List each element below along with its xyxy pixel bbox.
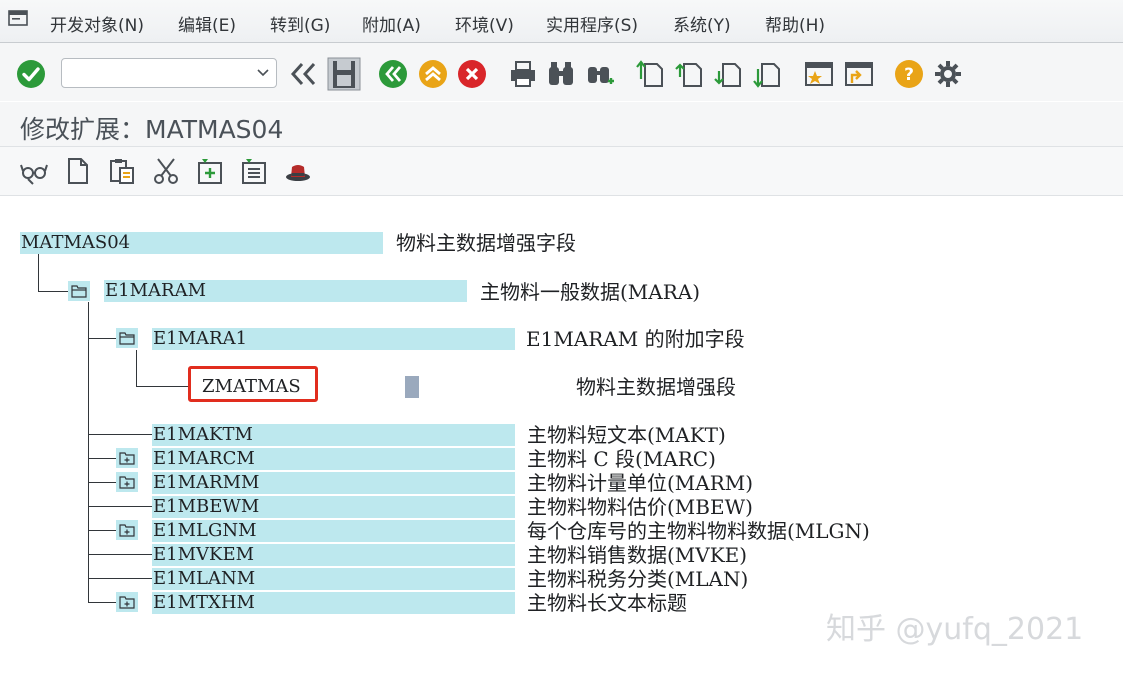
application-toolbar (0, 147, 1123, 196)
menu-goto[interactable]: 转到(G) (270, 11, 330, 36)
tree-line (88, 302, 89, 603)
folder-open-icon[interactable] (68, 281, 90, 301)
tree-line (88, 338, 116, 339)
tree-node-e1mtxhm[interactable]: E1MTXHM (152, 592, 515, 614)
tree-node-description: 每个仓库号的主物料物料数据(MLGN) (527, 519, 870, 543)
find-next-icon[interactable] (586, 59, 616, 89)
tree-line (88, 554, 154, 555)
shortcut-icon[interactable] (844, 59, 874, 89)
folder-closed-icon[interactable] (116, 520, 138, 540)
menu-environment[interactable]: 环境(V) (455, 11, 514, 36)
tree-node-description: 主物料税务分类(MLAN) (527, 567, 749, 591)
tree-node-description: 主物料长文本标题 (527, 591, 687, 615)
tree-node-e1maram[interactable]: E1MARAM (104, 280, 467, 302)
cut-scissors-icon[interactable] (152, 157, 180, 185)
tree-line (88, 506, 154, 507)
tree-node-zmatmas[interactable]: ZMATMAS (202, 376, 301, 398)
tree-node-e1mvkem[interactable]: E1MVKEM (152, 544, 515, 566)
menu-help[interactable]: 帮助(H) (765, 11, 825, 36)
tree-node-e1maktm[interactable]: E1MAKTM (152, 424, 515, 446)
menu-list-icon[interactable] (8, 10, 28, 26)
menu-system[interactable]: 系统(Y) (673, 11, 731, 36)
back-double-chevron-icon[interactable] (288, 59, 318, 89)
previous-page-icon[interactable] (675, 59, 705, 89)
menu-development-object[interactable]: 开发对象(N) (50, 11, 144, 36)
tree-line (38, 291, 68, 292)
menu-extras[interactable]: 附加(A) (362, 11, 421, 36)
print-icon[interactable] (508, 59, 538, 89)
tree-node-e1marcm[interactable]: E1MARCM (152, 448, 515, 470)
hat-icon[interactable] (284, 157, 312, 185)
svg-text:?: ? (904, 65, 914, 85)
menu-edit[interactable]: 编辑(E) (178, 11, 236, 36)
folder-closed-icon[interactable] (116, 592, 138, 612)
new-document-icon[interactable] (64, 157, 92, 185)
zmatmas-field (322, 376, 563, 398)
menu-bar: 开发对象(N) 编辑(E) 转到(G) 附加(A) 环境(V) 实用程序(S) … (0, 0, 1123, 43)
settings-gear-icon[interactable] (933, 59, 963, 89)
folder-open-icon[interactable] (116, 328, 138, 348)
tree-line (88, 458, 116, 459)
first-page-icon[interactable] (636, 59, 666, 89)
tree-node-root-description: 物料主数据增强字段 (396, 231, 576, 255)
tree-node-description: 主物料物料估价(MBEW) (527, 495, 753, 519)
tree-node-zmatmas-description: 物料主数据增强段 (576, 375, 736, 399)
chevron-down-icon[interactable] (256, 65, 270, 79)
tree-line (136, 386, 188, 387)
watermark: 知乎 @yufq_2021 (826, 612, 1084, 647)
tree-line (88, 602, 116, 603)
tree-node-e1mlanm[interactable]: E1MLANM (152, 568, 515, 590)
tree-node-e1mlgnm[interactable]: E1MLGNM (152, 520, 515, 542)
exit-up-icon[interactable] (418, 59, 448, 89)
insert-sibling-segment-icon[interactable] (240, 157, 268, 185)
create-session-icon[interactable] (804, 59, 834, 89)
command-input[interactable] (62, 59, 252, 87)
tree-node-e1mara1-description: E1MARAM 的附加字段 (526, 327, 745, 351)
menu-utilities[interactable]: 实用程序(S) (546, 11, 638, 36)
page-title: 修改扩展：MATMAS04 (20, 115, 284, 144)
tree-line (88, 482, 116, 483)
last-page-icon[interactable] (753, 59, 783, 89)
insert-child-segment-icon[interactable] (196, 157, 224, 185)
copy-paste-icon[interactable] (108, 157, 136, 185)
tree-line (38, 254, 39, 291)
tree-node-e1mara1[interactable]: E1MARA1 (152, 328, 515, 350)
folder-closed-icon[interactable] (116, 472, 138, 492)
next-page-icon[interactable] (714, 59, 744, 89)
standard-toolbar: ? (0, 43, 1123, 101)
segment-tree: MATMAS04 物料主数据增强字段 E1MARAM 主物料一般数据(MARA)… (0, 196, 1123, 675)
tree-line (88, 578, 154, 579)
tree-node-e1marmm[interactable]: E1MARMM (152, 472, 515, 494)
tree-node-description: 主物料短文本(MAKT) (527, 423, 726, 447)
cursor-marker (405, 376, 419, 398)
tree-node-description: 主物料计量单位(MARM) (527, 471, 754, 495)
display-glasses-icon[interactable] (20, 157, 48, 185)
find-icon[interactable] (546, 59, 576, 89)
title-bar: 修改扩展：MATMAS04 (0, 102, 1123, 147)
enter-check-icon[interactable] (16, 59, 46, 89)
tree-node-e1mbewm[interactable]: E1MBEWM (152, 496, 515, 518)
tree-node-description: 主物料销售数据(MVKE) (527, 543, 748, 567)
tree-node-root[interactable]: MATMAS04 (20, 232, 383, 254)
help-icon[interactable]: ? (894, 59, 924, 89)
cancel-icon[interactable] (457, 59, 487, 89)
save-icon[interactable] (327, 57, 361, 91)
command-field[interactable] (61, 58, 277, 88)
tree-node-e1maram-description: 主物料一般数据(MARA) (480, 280, 701, 304)
tree-line (88, 434, 154, 435)
tree-line (88, 530, 116, 531)
back-icon[interactable] (378, 59, 408, 89)
folder-closed-icon[interactable] (116, 448, 138, 468)
tree-node-description: 主物料 C 段(MARC) (527, 447, 716, 471)
tree-line (136, 350, 137, 386)
